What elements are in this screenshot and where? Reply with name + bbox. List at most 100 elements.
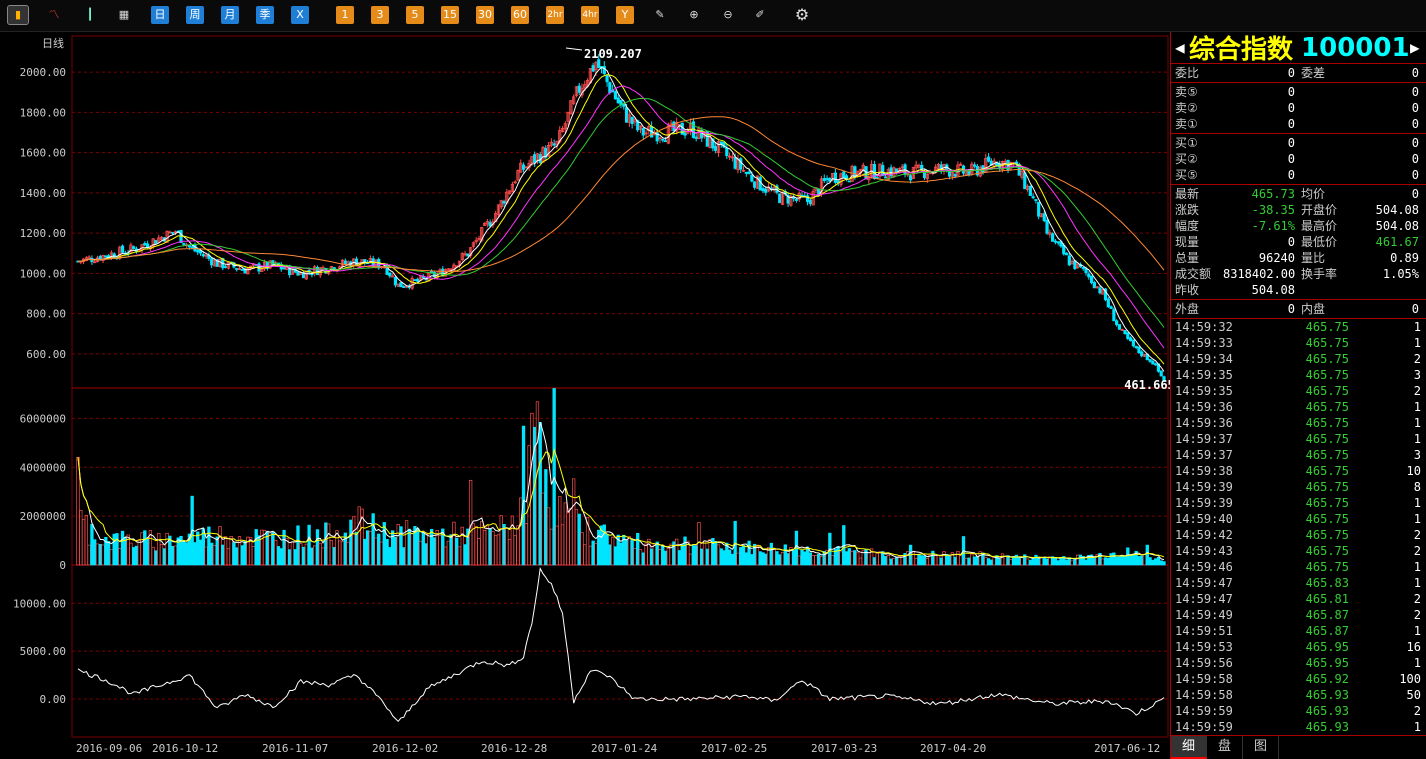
volume-bar: [666, 547, 670, 566]
volume-bar: [934, 555, 938, 566]
volume-bar: [115, 533, 119, 566]
candle-body: [605, 74, 609, 83]
panel-tabs: 细盘图: [1171, 735, 1426, 759]
volume-bar: [817, 553, 821, 566]
tick-price: 465.95: [1305, 640, 1349, 654]
volume-bar: [560, 524, 565, 566]
volume-tick-label: 4000000: [20, 461, 66, 474]
volume-bar: [240, 545, 244, 566]
candle-body: [1148, 359, 1152, 362]
price-tick-label: 600.00: [26, 348, 66, 361]
price-tick-label: 2000.00: [20, 66, 66, 79]
volume-bar: [892, 557, 896, 566]
volume-bar: [1045, 558, 1049, 566]
volume-bar: [975, 556, 980, 566]
tick-row: 14:59:47 465.81 2: [1171, 591, 1426, 607]
volume-bar: [761, 552, 765, 566]
volume-bar: [315, 529, 320, 566]
tick-volume: 2: [1413, 544, 1421, 558]
next-arrow-icon[interactable]: ▶: [1410, 38, 1422, 57]
panel-tab-0[interactable]: 细: [1171, 736, 1207, 759]
interval-button-1[interactable]: 3: [371, 6, 389, 24]
candle-body: [683, 132, 687, 136]
panel-tab-2[interactable]: 图: [1243, 736, 1279, 759]
candle-body: [1098, 287, 1102, 294]
stat-row: 涨跌 -38.35 开盘价 504.08: [1171, 202, 1426, 218]
candle-body: [343, 260, 347, 265]
index-name: 综合指数: [1189, 35, 1294, 65]
interval-button-8[interactable]: Y: [616, 6, 634, 24]
volume-bar: [624, 539, 629, 566]
tick-volume: 1: [1413, 496, 1421, 510]
volume-bar: [989, 559, 994, 566]
volume-bar: [268, 532, 272, 566]
tick-list[interactable]: 14:59:32 465.75 1 14:59:33 465.75 1 14:59:34 46…: [1171, 319, 1426, 735]
period-button-2[interactable]: 月: [221, 6, 239, 24]
volume-bar: [755, 544, 760, 566]
order-ratio-row: 委比 0 委差 0: [1171, 65, 1426, 81]
period-button-1[interactable]: 周: [186, 6, 204, 24]
tick-volume: 1: [1413, 560, 1421, 574]
interval-button-4[interactable]: 30: [476, 6, 494, 24]
volume-bar: [243, 541, 247, 566]
stat-value: 0: [1411, 187, 1419, 201]
volume-bar: [566, 511, 570, 566]
volume-bar: [193, 542, 197, 566]
interval-button-3[interactable]: 15: [441, 6, 459, 24]
volume-bar: [1151, 559, 1155, 566]
candle-body: [132, 246, 136, 249]
draw-icon[interactable]: ✐: [750, 6, 770, 24]
volume-bar: [722, 550, 726, 566]
tick-time: 14:59:53: [1175, 640, 1233, 654]
line-chart-icon[interactable]: 〽: [44, 6, 64, 24]
volume-bar: [299, 543, 303, 566]
panel-tab-1[interactable]: 盘: [1207, 736, 1243, 759]
buy-volume: 0: [1411, 136, 1419, 150]
tick-volume: 1: [1413, 624, 1421, 638]
high-pointer: [565, 47, 583, 51]
volume-bar: [1156, 557, 1161, 566]
volume-bar: [1056, 560, 1060, 566]
tick-row: 14:59:37 465.75 1: [1171, 431, 1426, 447]
tick-volume: 1: [1413, 416, 1421, 430]
interval-button-0[interactable]: 1: [336, 6, 354, 24]
chart-area[interactable]: 日线 2000.00 1800.00 1600.00 1400.00 1200.00 100…: [0, 32, 1170, 759]
volume-bar: [460, 526, 464, 566]
field-value: 0: [1287, 66, 1295, 80]
candle-body: [552, 143, 556, 146]
tick-price: 465.75: [1305, 480, 1349, 494]
interval-button-7[interactable]: 4hr: [581, 6, 599, 24]
volume-bar: [920, 555, 924, 566]
candle-body: [630, 116, 634, 125]
volume-bar: [727, 549, 732, 566]
volume-bar: [154, 550, 158, 566]
calendar-icon[interactable]: ▦: [114, 6, 134, 24]
candlestick-icon[interactable]: ┃: [80, 6, 100, 24]
volume-bar: [365, 530, 370, 566]
zoom-out-icon[interactable]: ⊖: [718, 6, 738, 24]
low-price-label: 461.6652: [1124, 378, 1170, 392]
sell-volume: 0: [1411, 101, 1419, 115]
bar-chart-icon[interactable]: ▮: [7, 5, 29, 25]
gear-icon[interactable]: ⚙: [792, 6, 812, 24]
interval-button-6[interactable]: 2hr: [546, 6, 564, 24]
zoom-in-icon[interactable]: ⊕: [684, 6, 704, 24]
kline-chart[interactable]: 日线 2000.00 1800.00 1600.00 1400.00 1200.00 100…: [0, 32, 1170, 759]
candle-body: [223, 266, 228, 268]
interval-button-5[interactable]: 60: [511, 6, 529, 24]
stat-label: 总量: [1175, 251, 1200, 265]
volume-bar: [583, 544, 587, 566]
edit-icon[interactable]: ✎: [650, 6, 670, 24]
volume-bar: [780, 552, 785, 566]
candle-body: [282, 267, 286, 270]
date-label: 2017-06-12: [1094, 742, 1160, 755]
interval-button-2[interactable]: 5: [406, 6, 424, 24]
stat-label: 均价: [1301, 187, 1326, 201]
period-button-0[interactable]: 日: [151, 6, 169, 24]
volume-bar: [251, 546, 256, 566]
period-button-3[interactable]: 季: [256, 6, 274, 24]
volume-bar: [858, 557, 863, 566]
period-button-4[interactable]: X: [291, 6, 309, 24]
prev-arrow-icon[interactable]: ◀: [1175, 38, 1187, 57]
volume-bar: [159, 544, 164, 566]
